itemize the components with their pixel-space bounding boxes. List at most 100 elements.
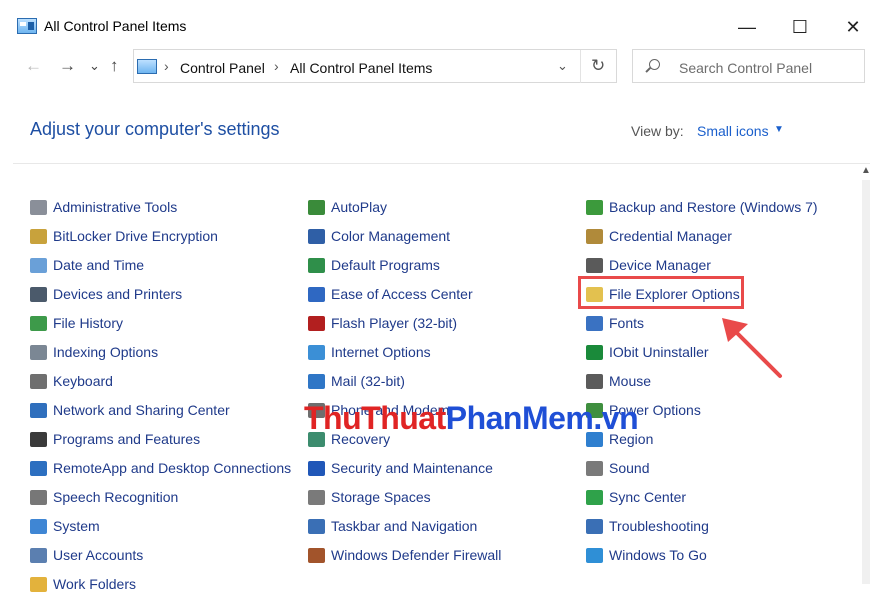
- chevron-down-icon[interactable]: ▼: [774, 124, 784, 135]
- search-input[interactable]: Search Control Panel: [632, 49, 865, 83]
- speech-recognition-icon: [30, 489, 47, 505]
- item-user-accounts[interactable]: User Accounts: [30, 544, 143, 566]
- up-button[interactable]: ↑: [110, 56, 119, 76]
- item-label: Sync Center: [609, 489, 687, 505]
- item-bitlocker-drive-encryption[interactable]: BitLocker Drive Encryption: [30, 225, 218, 247]
- item-default-programs[interactable]: Default Programs: [308, 254, 440, 276]
- item-speech-recognition[interactable]: Speech Recognition: [30, 486, 178, 508]
- address-bar[interactable]: › Control Panel › All Control Panel Item…: [133, 49, 617, 83]
- window-title: All Control Panel Items: [44, 18, 187, 34]
- network-and-sharing-center-icon: [30, 402, 47, 418]
- item-network-and-sharing-center[interactable]: Network and Sharing Center: [30, 399, 230, 421]
- item-file-history[interactable]: File History: [30, 312, 123, 334]
- keyboard-icon: [30, 373, 47, 389]
- work-folders-icon: [30, 576, 47, 592]
- sync-center-icon: [586, 489, 603, 505]
- fonts-icon: [586, 315, 603, 331]
- breadcrumb-separator: ›: [164, 58, 169, 74]
- recent-locations-button[interactable]: ⌄: [89, 58, 100, 74]
- item-remoteapp-and-desktop-connections[interactable]: RemoteApp and Desktop Connections: [30, 457, 291, 479]
- maximize-button[interactable]: ☐: [777, 10, 823, 44]
- devices-and-printers-icon: [30, 286, 47, 302]
- file-history-icon: [30, 315, 47, 331]
- view-by-label: View by:: [631, 123, 684, 139]
- breadcrumb-all-items[interactable]: All Control Panel Items: [290, 60, 432, 76]
- item-programs-and-features[interactable]: Programs and Features: [30, 428, 200, 450]
- item-storage-spaces[interactable]: Storage Spaces: [308, 486, 431, 508]
- item-windows-defender-firewall[interactable]: Windows Defender Firewall: [308, 544, 501, 566]
- item-device-manager[interactable]: Device Manager: [586, 254, 711, 276]
- system-icon: [30, 518, 47, 534]
- default-programs-icon: [308, 257, 325, 273]
- item-label: Programs and Features: [53, 431, 201, 447]
- bitlocker-drive-encryption-icon: [30, 228, 47, 244]
- item-system[interactable]: System: [30, 515, 100, 537]
- breadcrumb-control-panel[interactable]: Control Panel: [180, 60, 265, 76]
- item-label: Storage Spaces: [331, 489, 431, 505]
- scrollbar[interactable]: [862, 180, 870, 584]
- item-date-and-time[interactable]: Date and Time: [30, 254, 144, 276]
- mouse-icon: [586, 373, 603, 389]
- close-button[interactable]: ✕: [830, 10, 870, 44]
- scroll-up-button[interactable]: ▲: [861, 165, 870, 176]
- remoteapp-and-desktop-connections-icon: [30, 460, 47, 476]
- arrow-icon: [722, 318, 782, 378]
- title-bar: All Control Panel Items — ☐ ✕: [0, 0, 870, 48]
- windows-to-go-icon: [586, 547, 603, 563]
- item-color-management[interactable]: Color Management: [308, 225, 450, 247]
- item-flash-player-32-bit[interactable]: Flash Player (32-bit): [308, 312, 457, 334]
- item-work-folders[interactable]: Work Folders: [30, 573, 136, 595]
- breadcrumb-separator: ›: [274, 58, 279, 74]
- item-credential-manager[interactable]: Credential Manager: [586, 225, 732, 247]
- item-backup-and-restore-windows-7[interactable]: Backup and Restore (Windows 7): [586, 196, 818, 218]
- highlight-box: [578, 276, 744, 309]
- item-autoplay[interactable]: AutoPlay: [308, 196, 387, 218]
- control-panel-icon: [17, 18, 37, 34]
- item-label: User Accounts: [53, 547, 144, 563]
- item-security-and-maintenance[interactable]: Security and Maintenance: [308, 457, 493, 479]
- item-label: Windows Defender Firewall: [331, 547, 502, 563]
- user-accounts-icon: [30, 547, 47, 563]
- item-label: Sound: [609, 460, 650, 476]
- item-administrative-tools[interactable]: Administrative Tools: [30, 196, 177, 218]
- minimize-button[interactable]: —: [724, 10, 770, 44]
- view-by-dropdown[interactable]: Small icons: [697, 123, 769, 139]
- item-label: Flash Player (32-bit): [331, 315, 458, 331]
- item-label: Mouse: [609, 373, 652, 389]
- item-label: Security and Maintenance: [331, 460, 493, 476]
- item-label: Default Programs: [331, 257, 440, 273]
- item-internet-options[interactable]: Internet Options: [308, 341, 431, 363]
- item-label: Indexing Options: [53, 344, 159, 360]
- item-label: Administrative Tools: [53, 199, 178, 215]
- item-label: AutoPlay: [331, 199, 388, 215]
- item-windows-to-go[interactable]: Windows To Go: [586, 544, 707, 566]
- item-label: Troubleshooting: [609, 518, 709, 534]
- item-label: Speech Recognition: [53, 489, 179, 505]
- programs-and-features-icon: [30, 431, 47, 447]
- item-mail-32-bit[interactable]: Mail (32-bit): [308, 370, 405, 392]
- credential-manager-icon: [586, 228, 603, 244]
- flash-player-32-bit-icon: [308, 315, 325, 331]
- item-label: Mail (32-bit): [331, 373, 405, 389]
- item-ease-of-access-center[interactable]: Ease of Access Center: [308, 283, 473, 305]
- control-panel-icon: [137, 59, 157, 74]
- page-title: Adjust your computer's settings: [30, 119, 280, 139]
- taskbar-and-navigation-icon: [308, 518, 325, 534]
- item-devices-and-printers[interactable]: Devices and Printers: [30, 283, 182, 305]
- item-mouse[interactable]: Mouse: [586, 370, 651, 392]
- item-taskbar-and-navigation[interactable]: Taskbar and Navigation: [308, 515, 477, 537]
- item-troubleshooting[interactable]: Troubleshooting: [586, 515, 709, 537]
- item-label: File History: [53, 315, 124, 331]
- forward-button[interactable]: →: [59, 56, 76, 76]
- item-fonts[interactable]: Fonts: [586, 312, 644, 334]
- item-sync-center[interactable]: Sync Center: [586, 486, 686, 508]
- item-label: Date and Time: [53, 257, 145, 273]
- back-button[interactable]: ←: [25, 56, 42, 76]
- item-sound[interactable]: Sound: [586, 457, 649, 479]
- refresh-button[interactable]: ↻: [591, 56, 605, 76]
- item-indexing-options[interactable]: Indexing Options: [30, 341, 158, 363]
- address-dropdown-button[interactable]: ⌄: [557, 58, 568, 74]
- item-label: Fonts: [609, 315, 645, 331]
- item-keyboard[interactable]: Keyboard: [30, 370, 113, 392]
- item-iobit-uninstaller[interactable]: IObit Uninstaller: [586, 341, 709, 363]
